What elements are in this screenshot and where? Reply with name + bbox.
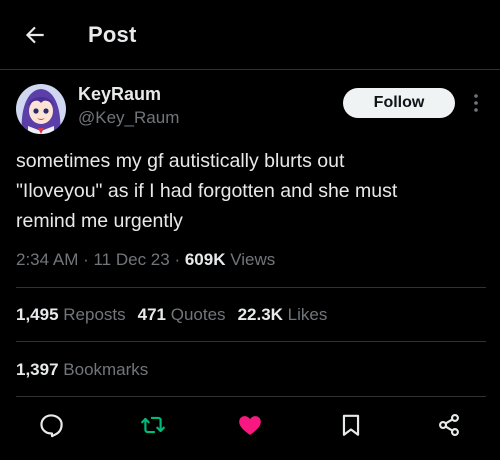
top-bar: Post <box>0 0 500 70</box>
bookmarks-stat[interactable]: 1,397 Bookmarks <box>16 360 148 380</box>
back-arrow-icon[interactable] <box>22 22 48 48</box>
more-icon[interactable] <box>468 92 484 114</box>
views-count: 609K <box>184 250 226 269</box>
post-text: sometimes my gf autistically blurts out … <box>16 146 486 236</box>
post-text-line: remind me urgently <box>16 210 183 232</box>
bookmark-icon[interactable] <box>338 412 364 438</box>
post-meta: 2:34 AM · 11 Dec 23 · 609K Views <box>16 250 275 270</box>
author-display-name[interactable]: KeyRaum <box>78 84 161 105</box>
author-handle[interactable]: @Key_Raum <box>78 108 179 128</box>
avatar[interactable] <box>16 84 66 134</box>
separator: · <box>169 250 185 269</box>
reply-icon[interactable] <box>38 412 64 438</box>
follow-button[interactable]: Follow <box>343 88 455 118</box>
post-text-line: "Iloveyou" as if I had forgotten and she… <box>16 180 398 202</box>
likes-label: Likes <box>282 305 328 324</box>
likes-stat[interactable]: 22.3K Likes <box>238 305 328 325</box>
divider <box>16 287 486 288</box>
quotes-stat[interactable]: 471 Quotes <box>138 305 226 325</box>
separator: · <box>78 250 94 269</box>
post-date[interactable]: 11 Dec 23 <box>93 250 169 269</box>
reposts-stat[interactable]: 1,495 Reposts <box>16 305 126 325</box>
quotes-label: Quotes <box>166 305 226 324</box>
reposts-label: Reposts <box>58 305 126 324</box>
views-label: Views <box>225 250 276 269</box>
post-text-line: sometimes my gf autistically blurts out <box>16 150 345 172</box>
repost-icon[interactable] <box>140 412 166 438</box>
engagement-stats: 1,495 Reposts 471 Quotes 22.3K Likes <box>16 305 339 325</box>
quotes-count: 471 <box>137 305 167 324</box>
share-icon[interactable] <box>436 412 462 438</box>
post-time[interactable]: 2:34 AM <box>16 250 78 269</box>
reposts-count: 1,495 <box>16 305 59 324</box>
bookmarks-count: 1,397 <box>16 360 59 379</box>
divider <box>16 341 486 342</box>
bookmarks-label: Bookmarks <box>58 360 149 379</box>
divider <box>16 396 486 397</box>
page-title: Post <box>88 22 137 47</box>
likes-count: 22.3K <box>237 305 283 324</box>
like-icon[interactable] <box>237 412 263 438</box>
